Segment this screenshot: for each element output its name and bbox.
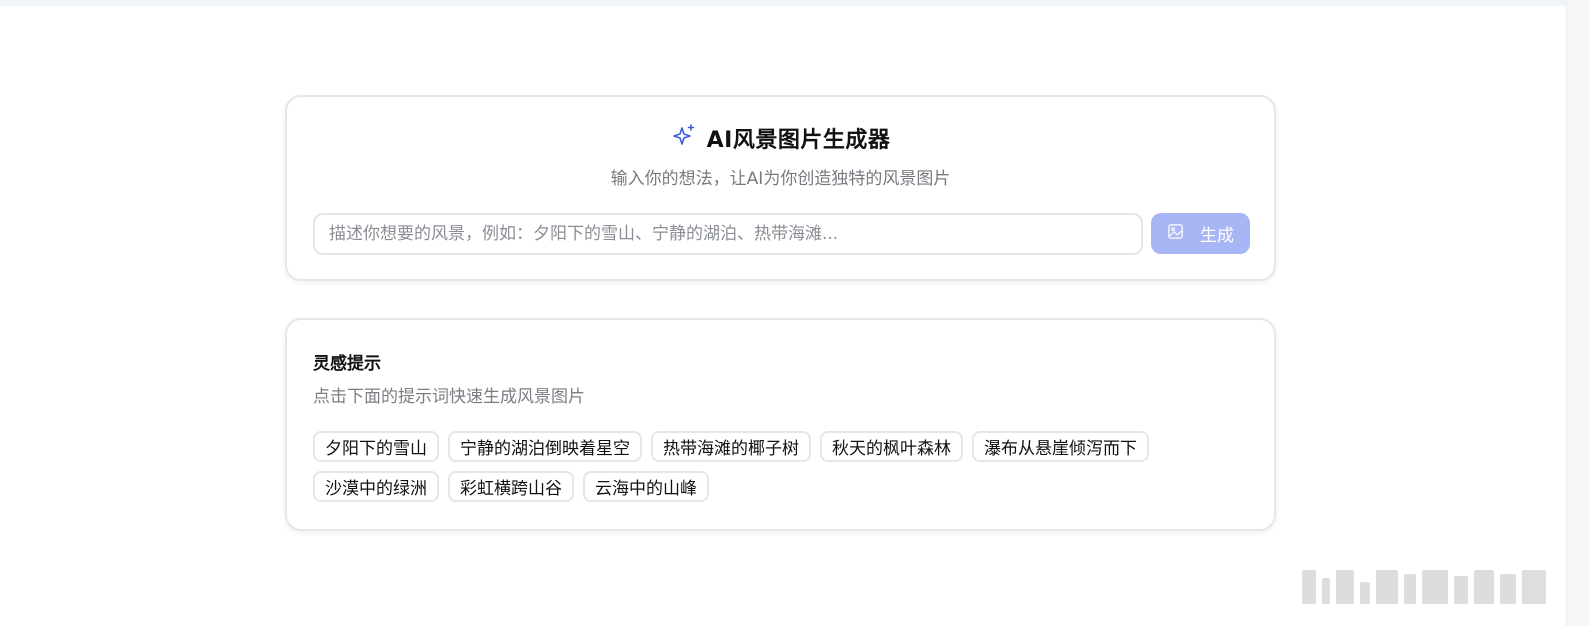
inspiration-title: 灵感提示	[313, 354, 381, 374]
image-icon	[1167, 223, 1184, 245]
prompt-chip-list: 夕阳下的雪山 宁静的湖泊倒映着星空 热带海滩的椰子树 秋天的枫叶森林 瀑布从悬崖…	[313, 431, 1213, 502]
page-subtitle: 输入你的想法，让AI为你创造独特的风景图片	[610, 169, 951, 189]
scrollbar[interactable]	[1566, 0, 1590, 626]
prompt-chip[interactable]: 瀑布从悬崖倾泻而下	[972, 431, 1149, 462]
generate-button-label: 生成	[1200, 226, 1234, 246]
prompt-chip[interactable]: 秋天的枫叶森林	[820, 431, 963, 462]
prompt-chip[interactable]: 云海中的山峰	[583, 471, 709, 502]
top-strip	[0, 0, 1590, 6]
sparkle-icon	[671, 123, 697, 153]
prompt-chip[interactable]: 宁静的湖泊倒映着星空	[448, 431, 642, 462]
inspiration-card: 灵感提示 点击下面的提示词快速生成风景图片 夕阳下的雪山 宁静的湖泊倒映着星空 …	[285, 318, 1276, 531]
title-row: AI风景图片生成器	[287, 123, 1274, 153]
prompt-chip[interactable]: 沙漠中的绿洲	[313, 471, 439, 502]
inspiration-subtitle: 点击下面的提示词快速生成风景图片	[313, 387, 585, 407]
generate-button[interactable]: 生成	[1151, 213, 1250, 254]
prompt-chip[interactable]: 彩虹横跨山谷	[448, 471, 574, 502]
generator-card: AI风景图片生成器 输入你的想法，让AI为你创造独特的风景图片 生成	[285, 95, 1276, 281]
prompt-chip[interactable]: 夕阳下的雪山	[313, 431, 439, 462]
page-title: AI风景图片生成器	[706, 128, 891, 153]
watermark	[1302, 564, 1554, 604]
prompt-input[interactable]	[313, 213, 1143, 255]
prompt-chip[interactable]: 热带海滩的椰子树	[651, 431, 811, 462]
